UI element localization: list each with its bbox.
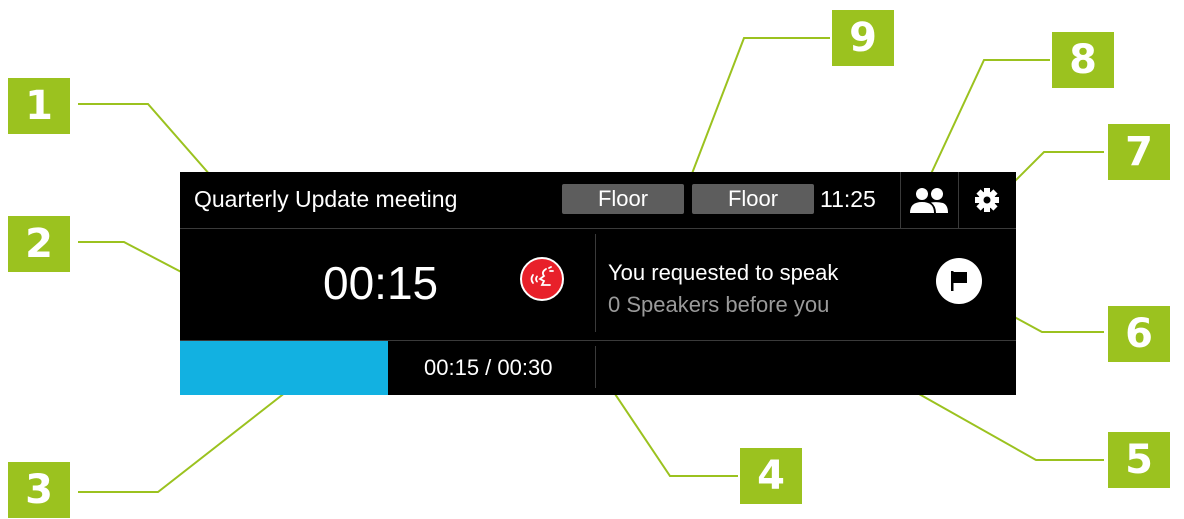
people-icon	[910, 188, 948, 213]
conference-panel: Quarterly Update meeting Floor Floor 11:…	[180, 172, 1016, 395]
flag-button[interactable]	[936, 258, 982, 304]
callout-4: 4	[740, 448, 802, 504]
callout-8: 8	[1052, 32, 1114, 88]
top-bar: Quarterly Update meeting Floor Floor 11:…	[180, 172, 1016, 229]
speakers-before-you: 0 Speakers before you	[608, 292, 830, 317]
progress-fill	[180, 341, 388, 395]
clock: 11:25	[820, 186, 876, 212]
request-status-title: You requested to speak	[608, 260, 839, 285]
settings-button[interactable]	[959, 172, 1015, 228]
callout-7: 7	[1108, 124, 1170, 180]
callout-2: 2	[8, 216, 70, 272]
participants-button[interactable]	[901, 172, 957, 228]
speaking-time-progress-text: 00:15 / 00:30	[424, 355, 553, 380]
flag-icon	[951, 271, 967, 291]
gear-icon	[975, 188, 999, 212]
speaker-request-icon	[530, 266, 554, 286]
floor-button-1[interactable]: Floor	[562, 184, 684, 214]
speak-request-button[interactable]	[520, 257, 564, 301]
callout-6: 6	[1108, 306, 1170, 362]
callout-3: 3	[8, 462, 70, 518]
divider	[595, 346, 596, 388]
floor-button-2[interactable]: Floor	[692, 184, 814, 214]
callout-9: 9	[832, 10, 894, 66]
speaking-timer: 00:15	[323, 257, 439, 309]
meeting-title: Quarterly Update meeting	[194, 186, 458, 212]
divider	[595, 234, 596, 332]
callout-5: 5	[1108, 432, 1170, 488]
callout-1: 1	[8, 78, 70, 134]
